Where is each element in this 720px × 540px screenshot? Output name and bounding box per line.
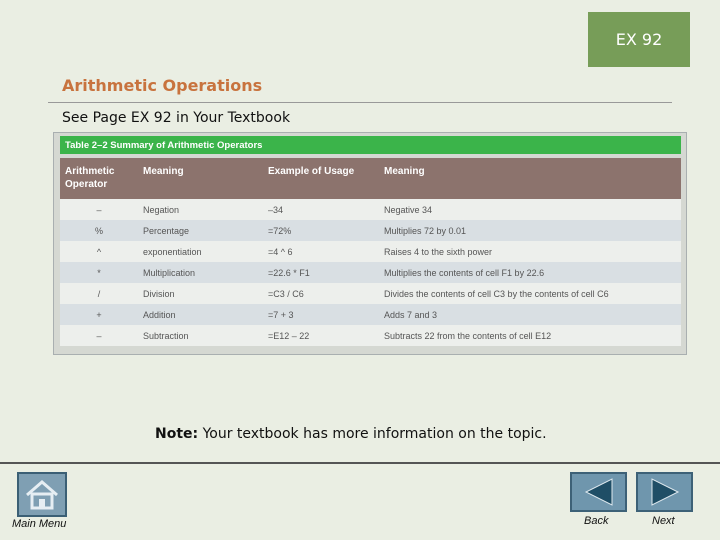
cell-meaning: Addition [143,309,176,320]
left-arrow-icon [584,478,612,506]
cell-example: =22.6 * F1 [268,267,310,278]
title-divider [48,102,672,103]
cell-operator: % [94,225,103,236]
note-text: Note: Your textbook has more information… [155,426,547,442]
cell-operator: / [97,288,101,299]
cell-meaning: Subtraction [143,330,189,341]
right-arrow-icon [651,478,679,506]
cell-example-meaning: Raises 4 to the sixth power [384,246,493,257]
cell-example-meaning: Divides the contents of cell C3 by the c… [384,288,609,299]
cell-meaning: Percentage [143,225,190,236]
table-header: Arithmetic Operator Meaning Example of U… [60,158,681,199]
slide-subtitle: See Page EX 92 in Your Textbook [62,110,291,126]
cell-example-meaning: Subtracts 22 from the contents of cell E… [384,330,552,341]
cell-example: =72% [268,225,292,236]
note-label: Note: [155,426,199,442]
cell-meaning: exponentiation [143,246,202,257]
cell-operator: + [96,309,102,320]
cell-example-meaning: Multiplies 72 by 0.01 [384,225,467,236]
page-badge: EX 92 [588,12,690,67]
cell-operator: – [96,204,102,215]
cell-meaning: Multiplication [143,267,196,278]
cell-example: –34 [268,204,284,215]
table-row: – Negation –34 Negative 34 [60,199,681,220]
cell-example: =7 + 3 [268,309,294,320]
header-example: Example of Usage [268,166,355,177]
cell-example: =4 ^ 6 [268,246,293,257]
table-row: – Subtraction =E12 – 22 Subtracts 22 fro… [60,325,681,346]
table-row: / Division =C3 / C6 Divides the contents… [60,283,681,304]
table-caption: Table 2–2 Summary of Arithmetic Operator… [60,136,681,154]
cell-meaning: Division [143,288,175,299]
cell-meaning: Negation [143,204,180,215]
cell-example-meaning: Multiplies the contents of cell F1 by 22… [384,267,545,278]
main-menu-button[interactable] [17,472,67,517]
header-meaning: Meaning [143,166,184,177]
header-operator: Arithmetic Operator [65,166,115,190]
table-row: * Multiplication =22.6 * F1 Multiplies t… [60,262,681,283]
operators-table: Table 2–2 Summary of Arithmetic Operator… [60,136,681,346]
home-icon [26,479,58,509]
back-button[interactable] [570,472,627,512]
slide-title: Arithmetic Operations [62,76,263,95]
next-label[interactable]: Next [652,515,675,527]
cell-operator: * [97,267,101,278]
footer-divider [0,462,720,464]
cell-operator: ^ [96,246,102,257]
note-body: Your textbook has more information on th… [198,426,547,442]
table-row: % Percentage =72% Multiplies 72 by 0.01 [60,220,681,241]
cell-operator: – [96,330,102,341]
table-row: + Addition =7 + 3 Adds 7 and 3 [60,304,681,325]
cell-example: =E12 – 22 [268,330,310,341]
main-menu-label[interactable]: Main Menu [12,518,66,530]
cell-example: =C3 / C6 [268,288,304,299]
table-body: – Negation –34 Negative 34 % Percentage … [60,199,681,346]
next-button[interactable] [636,472,693,512]
back-label[interactable]: Back [584,515,608,527]
cell-example-meaning: Adds 7 and 3 [384,309,438,320]
cell-example-meaning: Negative 34 [384,204,433,215]
table-row: ^ exponentiation =4 ^ 6 Raises 4 to the … [60,241,681,262]
header-example-meaning: Meaning [384,166,425,177]
